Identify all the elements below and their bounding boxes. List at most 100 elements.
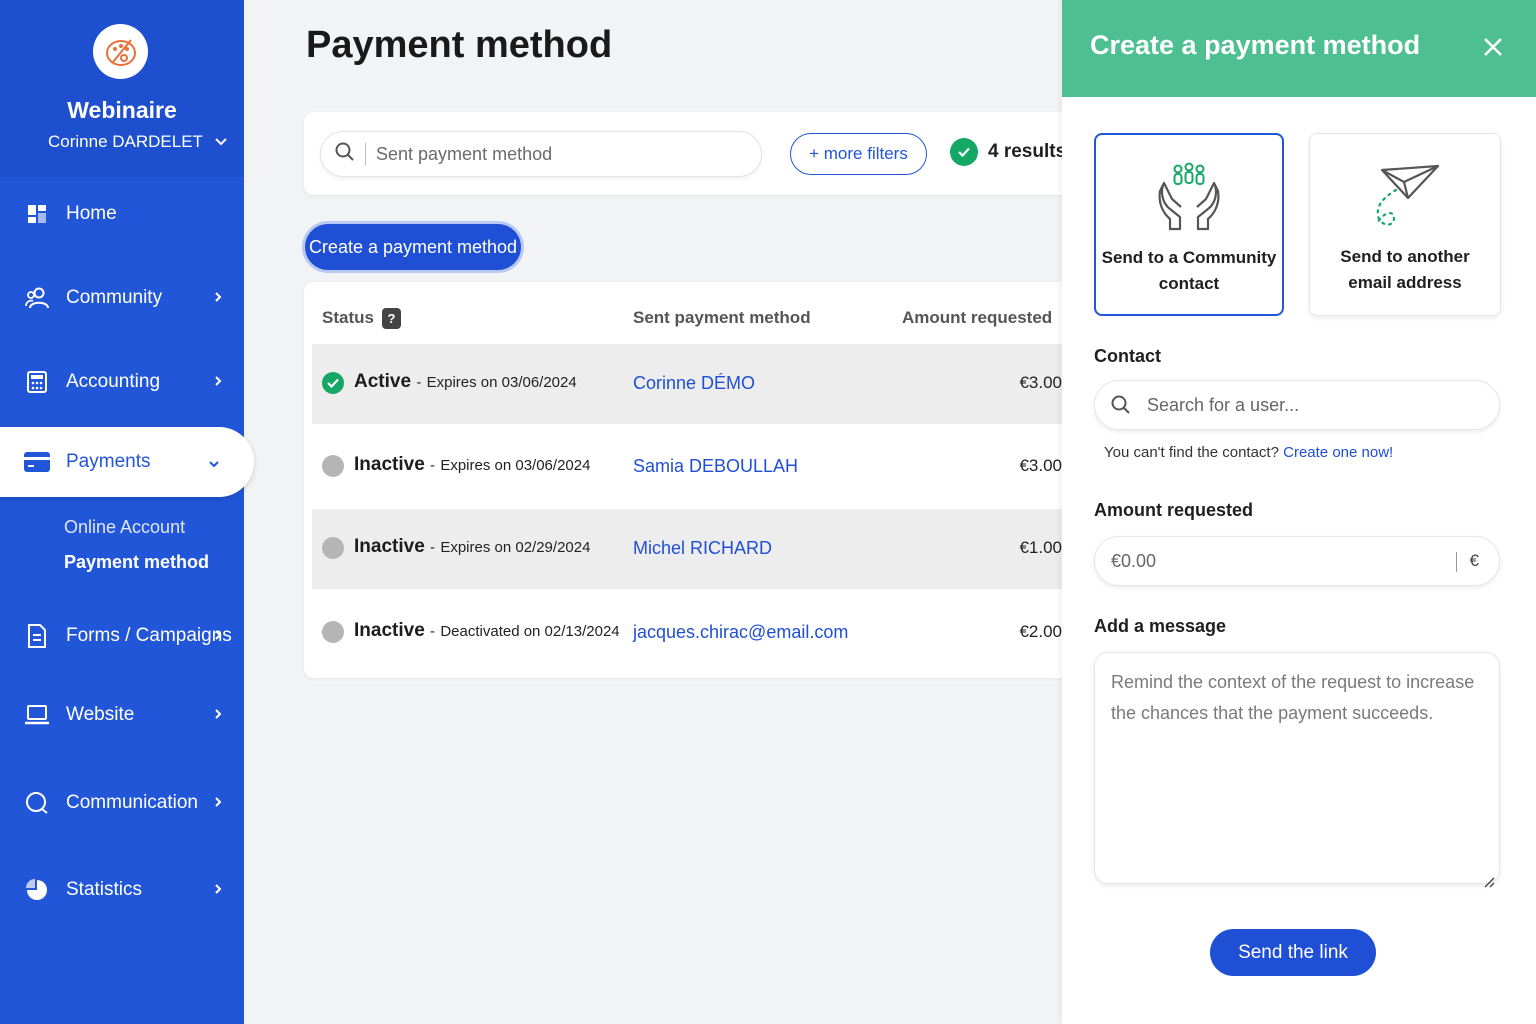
contact-label: Contact [1094, 346, 1161, 366]
option-send-to-community-contact[interactable]: Send to a Community contact [1094, 133, 1284, 316]
status-text: Inactive - Expires on 02/29/2024 [354, 536, 591, 557]
status-text: Inactive - Deactivated on 02/13/2024 [354, 620, 620, 641]
calculator-icon [24, 369, 50, 395]
sidebar-item-label: Home [66, 203, 117, 224]
page-title: Payment method [306, 24, 613, 66]
sidebar-header: Webinaire Corinne DARDELET [0, 0, 244, 177]
sidebar-item-label: Accounting [66, 371, 161, 392]
contact-placeholder: Search for a user... [1147, 394, 1300, 415]
panel-header: Create a payment method [1062, 0, 1536, 97]
organization-name: Webinaire [67, 97, 177, 123]
sidebar-item-label: Communication [66, 792, 198, 813]
panel-title: Create a payment method [1090, 30, 1421, 60]
sidebar: Webinaire Corinne DARDELET Home Communit… [0, 0, 254, 1024]
search-icon [335, 142, 355, 167]
recipient-link[interactable]: Samia DEBOULLAH [633, 456, 798, 477]
more-filters-button[interactable]: + more filters [790, 133, 927, 175]
check-circle-icon [950, 138, 978, 166]
palette-logo-icon [93, 24, 148, 79]
user-name: Corinne DARDELET [48, 132, 203, 151]
message-textarea[interactable]: Remind the context of the request to inc… [1094, 652, 1500, 888]
amount-input[interactable]: €0.00 € [1094, 536, 1500, 586]
status-inactive-icon [322, 621, 344, 643]
close-icon[interactable] [1480, 30, 1506, 64]
amount-label: Amount requested [1094, 500, 1254, 520]
option-label-line: email address [1348, 273, 1462, 292]
create-payment-panel: Create a payment method Send to a Commun… [1062, 0, 1536, 1024]
search-placeholder: Sent payment method [376, 143, 553, 164]
search-icon [1111, 395, 1131, 415]
subnav-online-account[interactable]: Online Account [64, 517, 185, 538]
amount-value: €1.00 [1019, 538, 1062, 557]
chevron-right-icon [214, 372, 222, 392]
amount-value: €3.00 [1019, 373, 1062, 392]
table-row[interactable]: Inactive - Expires on 02/29/2024 Michel … [312, 509, 1104, 589]
amount-placeholder: €0.00 [1111, 550, 1157, 571]
amount-value: €2.00 [1019, 622, 1062, 641]
sidebar-item-label: Website [66, 704, 135, 725]
table-row[interactable]: Active - Expires on 03/06/2024 Corinne D… [312, 344, 1104, 424]
search-input[interactable]: Sent payment method [320, 131, 762, 177]
chevron-right-icon [214, 880, 222, 900]
chevron-down-icon [214, 132, 228, 152]
chevron-right-icon [214, 793, 222, 813]
status-active-icon [322, 372, 344, 394]
currency-symbol: € [1469, 551, 1479, 570]
sidebar-item-community[interactable]: Community [0, 268, 244, 328]
chevron-right-icon [214, 626, 222, 646]
recipient-link[interactable]: Michel RICHARD [633, 538, 772, 559]
option-label-line: Send to another [1340, 247, 1470, 266]
dashboard-icon [24, 201, 50, 227]
paper-plane-icon [1310, 134, 1500, 244]
currency-divider [1456, 552, 1457, 572]
sidebar-item-label: Community [66, 287, 163, 308]
sidebar-item-statistics[interactable]: Statistics [0, 860, 244, 920]
search-divider [365, 143, 366, 165]
option-label-line: contact [1158, 274, 1220, 293]
sidebar-item-payments[interactable]: Payments [0, 427, 254, 497]
chevron-down-icon [208, 453, 220, 473]
document-icon [24, 623, 50, 649]
column-header-sent-payment-method[interactable]: Sent payment method [633, 308, 811, 328]
chevron-right-icon [214, 288, 222, 308]
sidebar-item-label: Payments [66, 451, 151, 472]
message-label: Add a message [1094, 616, 1227, 636]
option-send-to-email[interactable]: Send to another email address [1309, 133, 1501, 316]
create-contact-link[interactable]: Create one now! [1283, 444, 1393, 461]
laptop-icon [24, 702, 50, 728]
chevron-right-icon [214, 705, 222, 725]
create-payment-method-button[interactable]: Create a payment method [305, 224, 521, 270]
column-header-amount-requested[interactable]: Amount requested [902, 308, 1052, 328]
contact-search-input[interactable]: Search for a user... [1094, 380, 1500, 430]
filter-bar: Sent payment method + more filters 4 res… [304, 112, 1104, 195]
users-icon [24, 285, 50, 311]
status-text: Inactive - Expires on 03/06/2024 [354, 454, 591, 475]
help-icon[interactable]: ? [381, 308, 401, 330]
send-link-button[interactable]: Send the link [1210, 929, 1376, 976]
main-content: Payment method Sent payment method + mor… [244, 0, 1104, 1024]
table-row[interactable]: Inactive - Deactivated on 02/13/2024 jac… [312, 593, 1104, 673]
recipient-link[interactable]: jacques.chirac@email.com [633, 622, 848, 643]
subnav-payment-method[interactable]: Payment method [64, 552, 209, 573]
column-header-status[interactable]: Status? [322, 308, 401, 330]
card-icon [24, 449, 50, 475]
sidebar-item-website[interactable]: Website [0, 685, 244, 745]
sidebar-item-accounting[interactable]: Accounting [0, 352, 244, 412]
sidebar-item-communication[interactable]: Communication [0, 773, 244, 833]
resize-handle-icon[interactable] [1483, 867, 1495, 888]
sidebar-item-label: Forms / Campaigns [66, 625, 232, 646]
contact-hint: You can't find the contact? Create one n… [1104, 444, 1394, 461]
pie-chart-icon [24, 877, 50, 903]
status-text: Active - Expires on 03/06/2024 [354, 371, 577, 392]
results-label: 4 results [988, 141, 1067, 162]
status-inactive-icon [322, 537, 344, 559]
sidebar-item-home[interactable]: Home [0, 184, 244, 244]
user-switcher[interactable]: Corinne DARDELET [48, 132, 228, 152]
payment-methods-table: Status? Sent payment method Amount reque… [304, 282, 1104, 678]
table-row[interactable]: Inactive - Expires on 03/06/2024 Samia D… [312, 427, 1104, 507]
recipient-link[interactable]: Corinne DÉMO [633, 373, 755, 394]
sidebar-item-label: Statistics [66, 879, 143, 900]
sidebar-item-forms-campaigns[interactable]: Forms / Campaigns [0, 606, 244, 666]
status-inactive-icon [322, 455, 344, 477]
chat-icon [24, 790, 50, 816]
